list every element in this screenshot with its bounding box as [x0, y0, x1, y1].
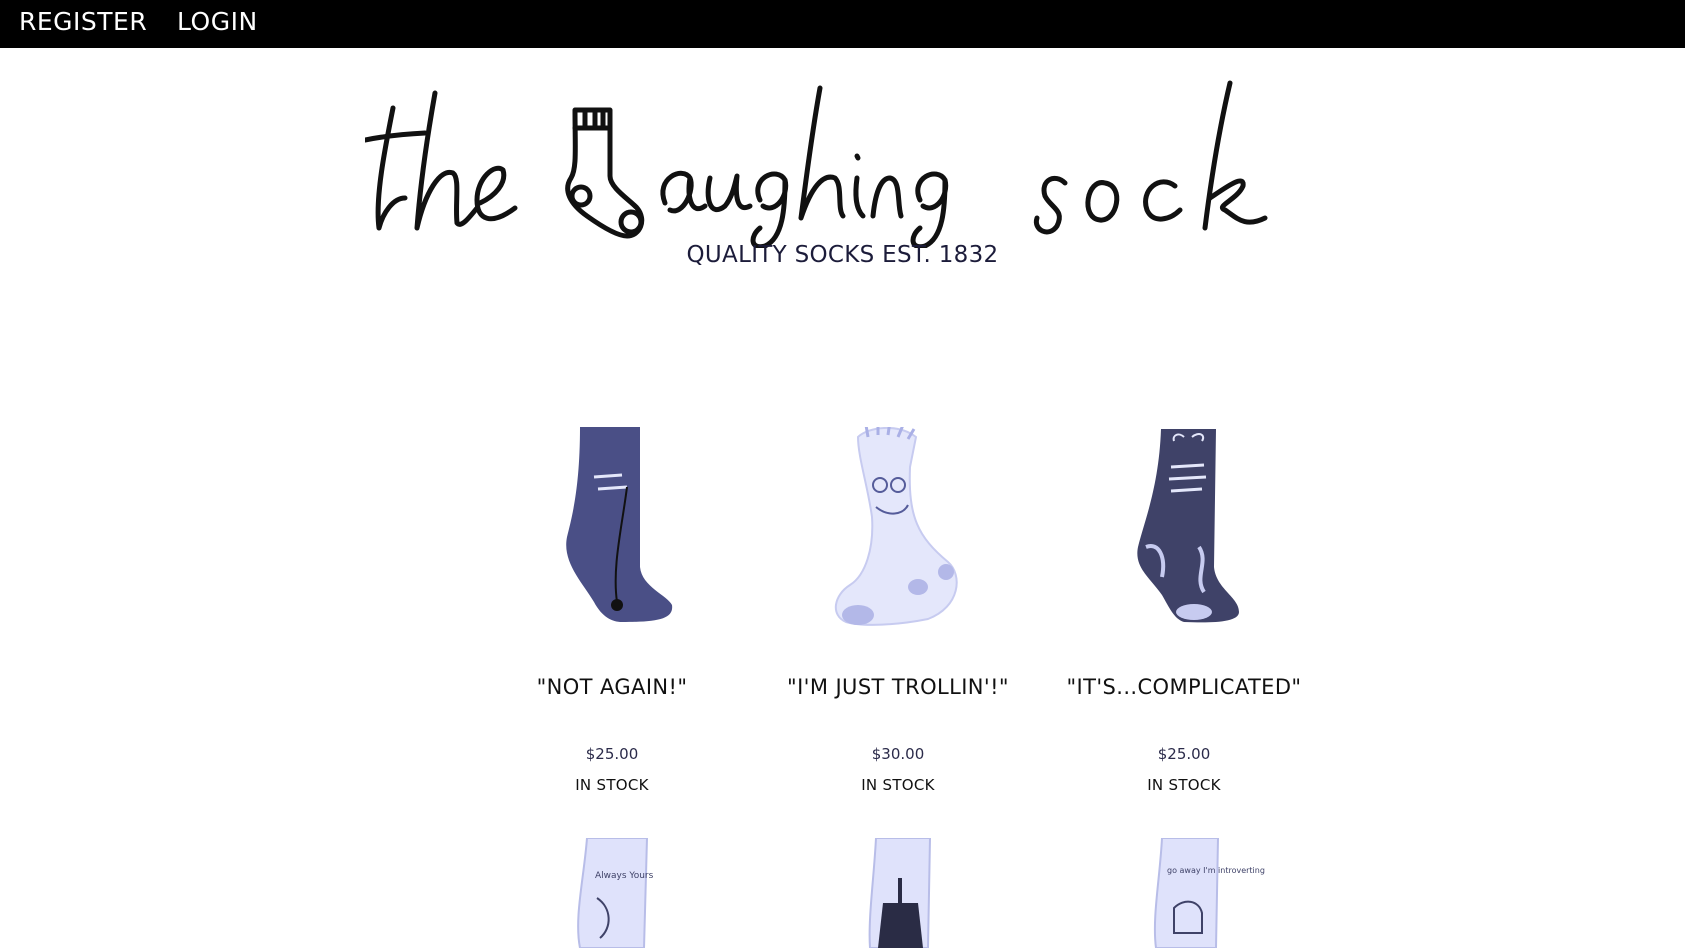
product-card[interactable]: [748, 838, 1048, 948]
product-name[interactable]: "IT'S...COMPLICATED": [1034, 675, 1334, 699]
sock-text: Always Yours: [595, 871, 654, 881]
product-price: $25.00: [1157, 745, 1211, 763]
sock-troll-icon[interactable]: [748, 427, 1048, 637]
sock-blue-icon[interactable]: [462, 427, 762, 637]
product-card[interactable]: "I'M JUST TROLLIN'!" $30.00 IN STOCK: [748, 427, 1048, 807]
sock-dark-floral-icon[interactable]: [1034, 427, 1334, 637]
product-stock-status: IN STOCK: [861, 776, 935, 794]
product-name[interactable]: "NOT AGAIN!": [462, 675, 762, 699]
product-card[interactable]: Always Yours: [462, 838, 762, 948]
product-stock-status: IN STOCK: [575, 776, 649, 794]
product-price: $25.00: [585, 745, 639, 763]
sock-candle-icon[interactable]: [748, 838, 1048, 948]
product-price: $30.00: [871, 745, 925, 763]
sock-go-away-icon[interactable]: go away I'm introverting: [1034, 838, 1334, 948]
product-grid: "NOT AGAIN!" $25.00 IN STOCK "I'M JUST T…: [0, 0, 1685, 948]
product-card[interactable]: "IT'S...COMPLICATED" $25.00 IN STOCK: [1034, 427, 1334, 807]
sock-always-icon[interactable]: Always Yours: [462, 838, 762, 948]
product-name[interactable]: "I'M JUST TROLLIN'!": [748, 675, 1048, 699]
sock-text: go away I'm introverting: [1167, 866, 1265, 875]
product-card[interactable]: "NOT AGAIN!" $25.00 IN STOCK: [462, 427, 762, 807]
product-card[interactable]: go away I'm introverting: [1034, 838, 1334, 948]
product-stock-status: IN STOCK: [1147, 776, 1221, 794]
